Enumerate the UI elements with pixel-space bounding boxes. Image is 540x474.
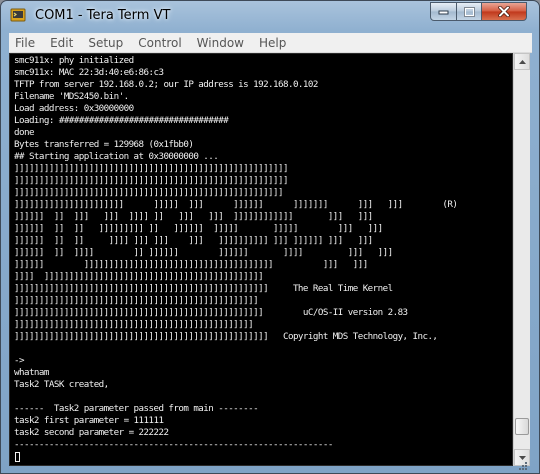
menu-help[interactable]: Help xyxy=(251,36,293,50)
menu-file[interactable]: File xyxy=(9,36,42,50)
menu-setup[interactable]: Setup xyxy=(80,36,130,50)
resize-grip-icon[interactable] xyxy=(516,461,528,473)
window-title: COM1 - Tera Term VT xyxy=(35,8,171,23)
maximize-icon xyxy=(463,6,475,17)
tera-term-icon xyxy=(10,8,26,22)
title-bar[interactable]: COM1 - Tera Term VT xyxy=(1,1,539,31)
menu-control[interactable]: Control xyxy=(130,36,188,50)
menu-window[interactable]: Window xyxy=(189,36,251,50)
menu-edit[interactable]: Edit xyxy=(42,36,80,50)
text-cursor xyxy=(15,452,20,462)
scroll-thumb[interactable] xyxy=(515,418,529,435)
close-button[interactable] xyxy=(481,2,527,21)
minimize-button[interactable] xyxy=(430,2,457,21)
maximize-button[interactable] xyxy=(456,2,482,21)
scroll-up-button[interactable] xyxy=(514,53,530,70)
tera-term-window: COM1 - Tera Term VT File Edit Setup Cont… xyxy=(0,0,540,474)
minimize-icon xyxy=(438,10,449,14)
terminal-screen[interactable]: smc911x: phy initialized smc911x: MAC 22… xyxy=(9,53,513,466)
arrow-up-icon xyxy=(518,59,526,64)
terminal-output: smc911x: phy initialized smc911x: MAC 22… xyxy=(14,55,458,450)
arrow-down-icon xyxy=(518,455,526,460)
close-icon xyxy=(498,6,510,17)
vertical-scrollbar[interactable] xyxy=(513,53,530,466)
menu-bar: File Edit Setup Control Window Help xyxy=(9,33,532,53)
